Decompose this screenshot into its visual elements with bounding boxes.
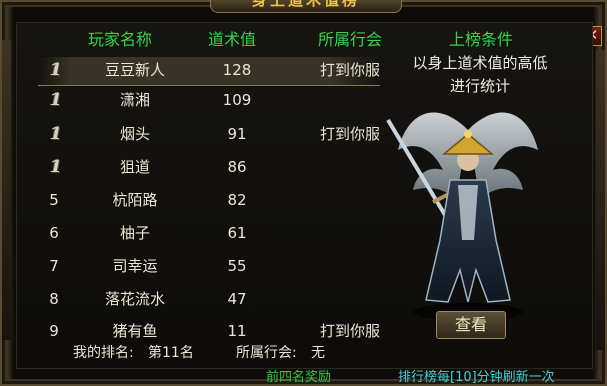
- table-row[interactable]: 1 豆豆新人 128 打到你服: [0, 58, 390, 82]
- player-name: 烟头: [119, 125, 150, 143]
- header-player-name: 玩家名称: [88, 30, 153, 49]
- score-value: 109: [222, 91, 252, 109]
- player-name: 狙道: [119, 158, 150, 176]
- my-rank-value: 第11名: [148, 345, 194, 361]
- condition-line-1: 以身上道术值的高低: [412, 54, 548, 72]
- player-name: 豆豆新人: [104, 61, 165, 79]
- rank-medal-icon: 1: [50, 124, 62, 144]
- player-name: 司幸运: [112, 257, 158, 275]
- header-guild: 所属行会: [318, 30, 383, 49]
- character-portrait: [386, 112, 538, 321]
- my-rank-label: 我的排名:: [73, 345, 134, 361]
- right-frame-ornament: [596, 50, 605, 350]
- rank-medal-icon: 1: [50, 90, 62, 110]
- player-name: 杭陌路: [112, 191, 158, 209]
- score-value: 61: [227, 224, 247, 242]
- score-value: 47: [227, 290, 247, 308]
- player-name: 柚子: [119, 224, 150, 242]
- rank-number: 5: [49, 191, 59, 209]
- my-guild-value: 无: [311, 345, 325, 361]
- score-value: 91: [227, 125, 247, 143]
- top-four-reward-link[interactable]: 前四名奖励: [266, 370, 331, 386]
- score-value: 55: [227, 257, 247, 275]
- my-guild-label: 所属行会:: [236, 345, 297, 361]
- table-row[interactable]: 7 司幸运 55: [0, 254, 390, 278]
- rank-number: 7: [49, 257, 59, 275]
- table-row[interactable]: 1 狙道 86: [0, 155, 390, 179]
- rank-medal-icon: 1: [50, 157, 62, 177]
- header-condition: 上榜条件: [449, 30, 514, 49]
- score-value: 86: [227, 158, 247, 176]
- table-row[interactable]: 1 潇湘 109: [0, 88, 390, 112]
- guild-name: 打到你服: [319, 61, 380, 79]
- table-row[interactable]: 1 烟头 91 打到你服: [0, 122, 390, 146]
- header-score: 道术值: [208, 30, 257, 49]
- table-row[interactable]: 9 猪有鱼 11 打到你服: [0, 319, 390, 343]
- score-value: 11: [227, 322, 247, 340]
- rank-medal-icon: 1: [50, 60, 62, 80]
- player-name: 猪有鱼: [112, 322, 158, 340]
- refresh-info: 排行榜每[10]分钟刷新一次: [398, 370, 555, 385]
- table-row[interactable]: 6 柚子 61: [0, 221, 390, 245]
- rank-number: 6: [49, 224, 59, 242]
- view-button[interactable]: 查看: [436, 311, 506, 339]
- table-row[interactable]: 5 杭陌路 82: [0, 188, 390, 212]
- window-title: 身上道术值榜: [210, 0, 402, 13]
- table-row[interactable]: 8 落花流水 47: [0, 287, 390, 311]
- rank-number: 8: [49, 290, 59, 308]
- score-value: 128: [222, 61, 252, 79]
- score-value: 82: [227, 191, 247, 209]
- rank-number: 9: [49, 322, 59, 340]
- player-name: 潇湘: [119, 91, 150, 109]
- player-name: 落花流水: [104, 290, 165, 308]
